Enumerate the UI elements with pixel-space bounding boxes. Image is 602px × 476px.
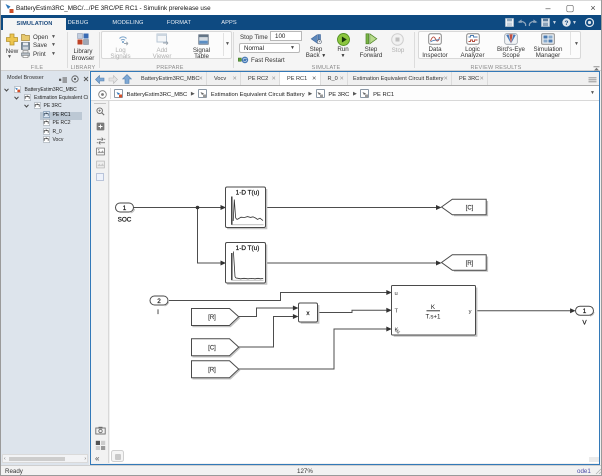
svg-text:?: ?: [565, 20, 569, 27]
